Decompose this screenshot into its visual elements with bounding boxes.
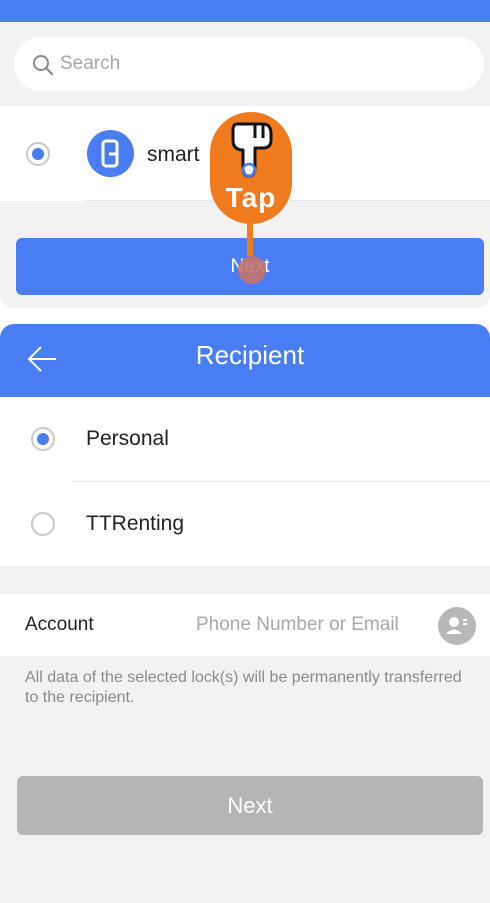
- transfer-note: All data of the selected lock(s) will be…: [25, 669, 462, 706]
- top-header-bar: [0, 0, 490, 22]
- search-placeholder: Search: [60, 53, 121, 74]
- option-ttrenting-label[interactable]: TTRenting: [86, 512, 184, 536]
- tap-pointer-stem: [247, 224, 253, 256]
- page-title: Recipient: [195, 340, 305, 370]
- pointing-hand-icon: [231, 122, 273, 178]
- radio-ttrenting[interactable]: [31, 512, 55, 536]
- account-input[interactable]: Phone Number or Email: [196, 614, 399, 636]
- radio-personal[interactable]: [31, 427, 55, 451]
- lock-name: smart: [147, 143, 200, 166]
- section-gap: [0, 566, 490, 594]
- account-label: Account: [25, 614, 94, 635]
- screen-separator: [0, 308, 490, 324]
- contact-book-icon[interactable]: [438, 607, 476, 645]
- tap-target-dot: [238, 256, 266, 284]
- tap-label: Tap: [225, 182, 277, 213]
- option-personal-label[interactable]: Personal: [86, 427, 169, 451]
- next-button-bottom[interactable]: Next: [17, 776, 483, 835]
- divider: [72, 481, 490, 482]
- lock-select-radio[interactable]: [26, 142, 50, 166]
- lock-icon: [87, 130, 134, 177]
- search-icon: [33, 55, 54, 76]
